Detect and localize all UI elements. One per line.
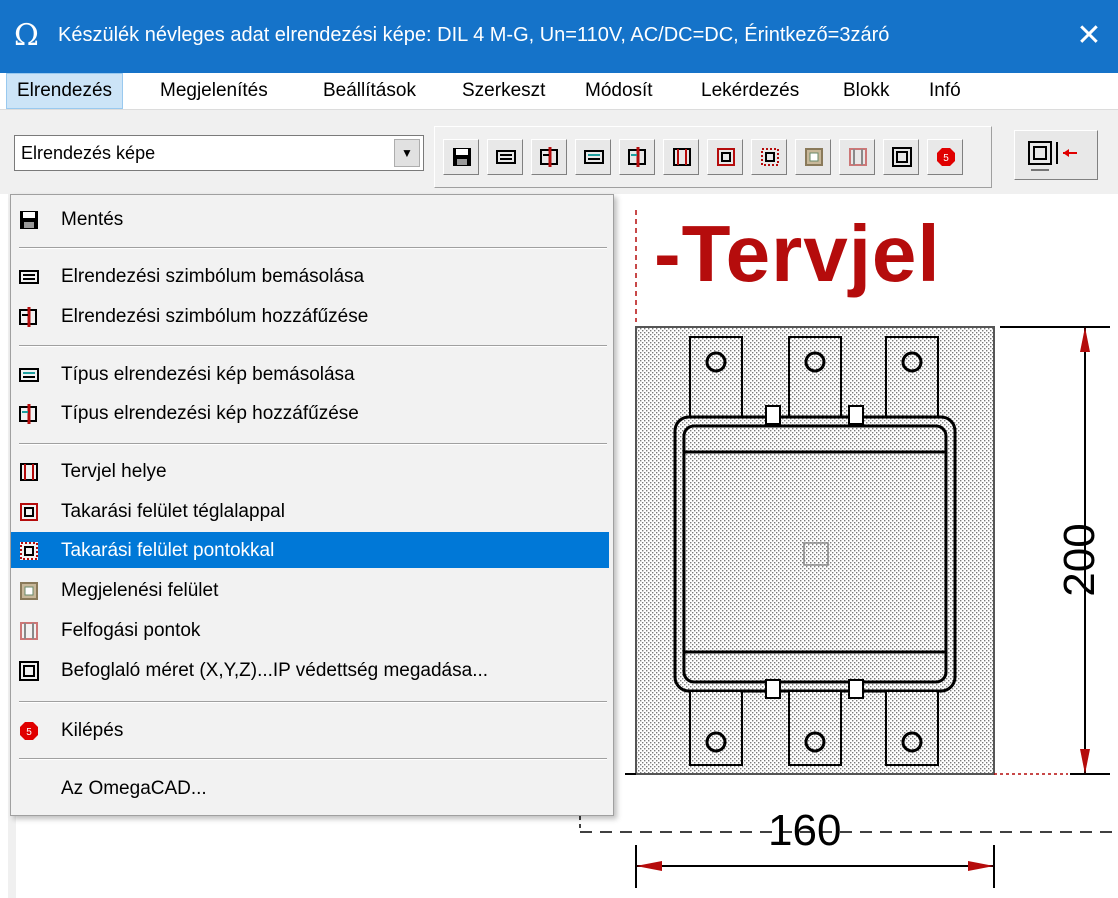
copy-type-icon	[19, 368, 39, 382]
menu-item-copy-symbol[interactable]: Elrendezési szimbólum bemásolása	[11, 258, 609, 294]
menu-item-label: Az OmegaCAD...	[61, 778, 207, 799]
menu-item-grip-points[interactable]: Felfogási pontok	[11, 612, 609, 648]
grip-points-icon	[20, 622, 38, 640]
menu-item-label: Takarási felület pontokkal	[61, 540, 275, 561]
menu-separator	[19, 443, 607, 445]
menu-item-label: Tervjel helye	[61, 461, 167, 482]
display-area-icon	[20, 582, 38, 600]
menu-separator	[19, 758, 607, 760]
menu-item-label: Befoglaló méret (X,Y,Z)...IP védettség m…	[61, 660, 489, 681]
exit-icon: 5	[20, 722, 38, 740]
dot-cover-icon	[20, 542, 38, 560]
menu-item-label: Megjelenési felület	[61, 580, 219, 601]
append-symbol-icon	[19, 307, 37, 327]
menu-item-append-type[interactable]: Típus elrendezési kép hozzáfűzése	[11, 395, 609, 431]
tervjel-icon	[20, 463, 38, 481]
tervjel-label: -Tervjel	[654, 209, 941, 298]
menu-item-rect-cover[interactable]: Takarási felület téglalappal	[11, 493, 609, 529]
height-dimension: 200	[1030, 495, 1104, 615]
menu-separator	[19, 345, 607, 347]
menu-item-dot-cover[interactable]: Takarási felület pontokkal	[11, 532, 609, 568]
menu-item-label: Típus elrendezési kép hozzáfűzése	[61, 403, 359, 424]
width-dimension: 160	[768, 806, 842, 855]
copy-symbol-icon	[19, 270, 39, 284]
append-type-icon	[19, 404, 37, 424]
menu-item-tervjel[interactable]: Tervjel helye	[11, 453, 609, 489]
menu-separator	[19, 701, 607, 703]
menu-separator	[19, 247, 607, 249]
menu-item-label: Kilépés	[61, 720, 124, 741]
menu-item-mentes[interactable]: Mentés	[11, 201, 609, 237]
bounding-size-icon	[19, 661, 39, 681]
menu-item-label: Felfogási pontok	[61, 620, 201, 641]
menu-item-display-area[interactable]: Megjelenési felület	[11, 572, 609, 608]
height-dimension-value: 200	[1055, 523, 1104, 597]
svg-text:5: 5	[26, 727, 32, 738]
menu-item-label: Elrendezési szimbólum bemásolása	[61, 266, 365, 287]
menu-item-label: Mentés	[61, 209, 124, 230]
elrendezes-menu: Mentés Elrendezési szimbólum bemásolása …	[10, 194, 614, 816]
menu-item-append-symbol[interactable]: Elrendezési szimbólum hozzáfűzése	[11, 298, 609, 334]
menu-item-label: Típus elrendezési kép bemásolása	[61, 364, 355, 385]
menu-item-label: Takarási felület téglalappal	[61, 501, 285, 522]
menu-item-about[interactable]: Az OmegaCAD...	[11, 770, 609, 806]
menu-item-copy-type[interactable]: Típus elrendezési kép bemásolása	[11, 356, 609, 392]
rect-cover-icon	[20, 503, 38, 521]
save-icon	[20, 211, 38, 229]
menu-item-exit[interactable]: 5 Kilépés	[11, 712, 609, 748]
menu-item-label: Elrendezési szimbólum hozzáfűzése	[61, 306, 369, 327]
menu-item-bounding-size[interactable]: Befoglaló méret (X,Y,Z)...IP védettség m…	[11, 652, 609, 688]
